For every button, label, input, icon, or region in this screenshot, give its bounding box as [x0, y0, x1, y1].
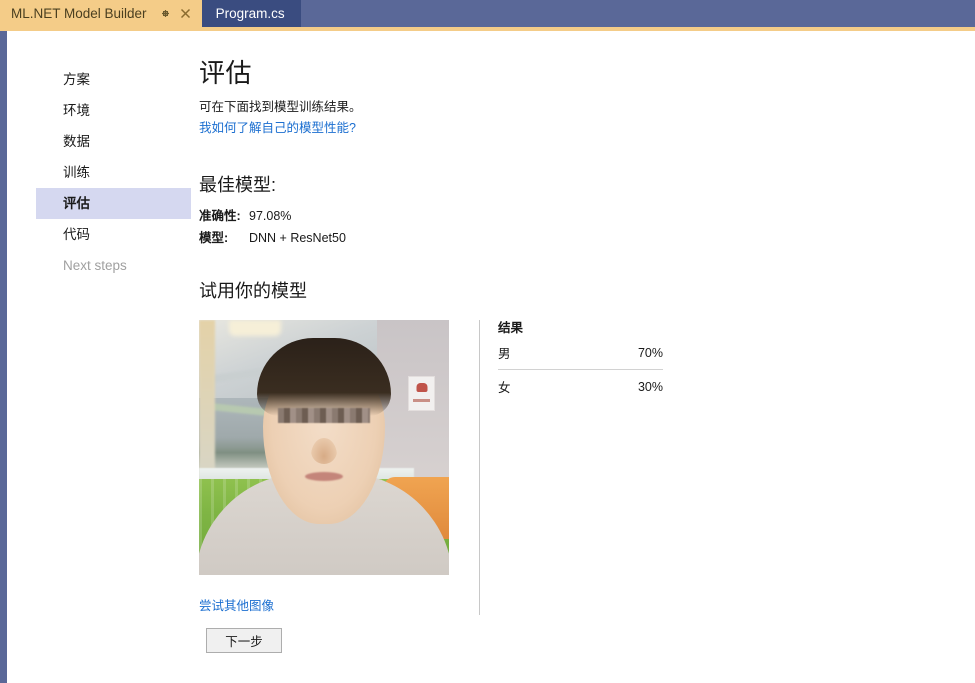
pin-icon[interactable] — [157, 5, 174, 22]
results-column: 结果 男 70% 女 30% — [479, 320, 798, 615]
main-content: 评估 可在下面找到模型训练结果。 我如何了解自己的模型性能? 最佳模型: 准确性… — [199, 56, 959, 615]
result-row: 男 70% — [498, 336, 663, 370]
metric-value: DNN + ResNet50 — [249, 231, 346, 245]
sidebar-item-label: 训练 — [63, 165, 90, 180]
close-icon[interactable] — [177, 5, 194, 22]
best-model-heading: 最佳模型: — [199, 175, 277, 195]
sidebar-item-data[interactable]: 数据 — [36, 126, 191, 157]
try-other-image-link[interactable]: 尝试其他图像 — [199, 595, 274, 614]
left-edge-bar — [0, 31, 7, 683]
sidebar-item-code[interactable]: 代码 — [36, 219, 191, 250]
sidebar-item-label: 代码 — [63, 227, 90, 242]
model-builder-page: 方案 环境 数据 训练 评估 代码 Next steps 评估 可在下面找到模型… — [7, 31, 975, 683]
sidebar-item-label: 方案 — [63, 72, 90, 87]
tab-label: ML.NET Model Builder — [11, 6, 147, 21]
try-model-heading: 试用你的模型 — [199, 281, 307, 301]
result-label: 男 — [498, 347, 511, 361]
tab-icon-group — [157, 5, 194, 22]
metric-value: 97.08% — [249, 209, 292, 223]
result-value: 70% — [637, 345, 663, 360]
result-row: 女 30% — [498, 370, 663, 403]
sidebar-item-environment[interactable]: 环境 — [36, 95, 191, 126]
sidebar-item-next-steps: Next steps — [36, 250, 191, 281]
metric-model: 模型: DNN + ResNet50 — [199, 227, 959, 249]
sidebar-item-scenario[interactable]: 方案 — [36, 64, 191, 95]
tab-label: Program.cs — [215, 6, 285, 21]
next-step-button[interactable]: 下一步 — [206, 628, 282, 653]
tab-strip: ML.NET Model Builder Program.cs — [0, 0, 975, 27]
sidebar-item-train[interactable]: 训练 — [36, 157, 191, 188]
page-subtitle: 可在下面找到模型训练结果。 — [199, 100, 362, 114]
metric-accuracy: 准确性: 97.08% — [199, 205, 959, 227]
metric-label: 模型: — [199, 231, 229, 245]
sidebar-item-label: Next steps — [63, 258, 127, 273]
sidebar-item-label: 环境 — [63, 103, 90, 118]
tab-ml-net-model-builder[interactable]: ML.NET Model Builder — [0, 0, 202, 27]
result-label: 女 — [498, 381, 511, 395]
results-title: 结果 — [498, 321, 524, 335]
image-column: 尝试其他图像 — [199, 320, 479, 615]
sidebar-item-evaluate[interactable]: 评估 — [36, 188, 191, 219]
metric-label: 准确性: — [199, 209, 241, 223]
page-title: 评估 — [199, 58, 253, 88]
sidebar-item-label: 评估 — [63, 196, 90, 211]
sample-image-preview — [199, 320, 449, 575]
wizard-sidebar: 方案 环境 数据 训练 评估 代码 Next steps — [36, 64, 191, 281]
model-performance-help-link[interactable]: 我如何了解自己的模型性能? — [199, 119, 356, 137]
tab-program-cs[interactable]: Program.cs — [201, 0, 301, 27]
sidebar-item-label: 数据 — [63, 134, 90, 149]
result-value: 30% — [637, 379, 663, 394]
try-model-panel: 尝试其他图像 结果 男 70% 女 30% — [199, 320, 959, 615]
